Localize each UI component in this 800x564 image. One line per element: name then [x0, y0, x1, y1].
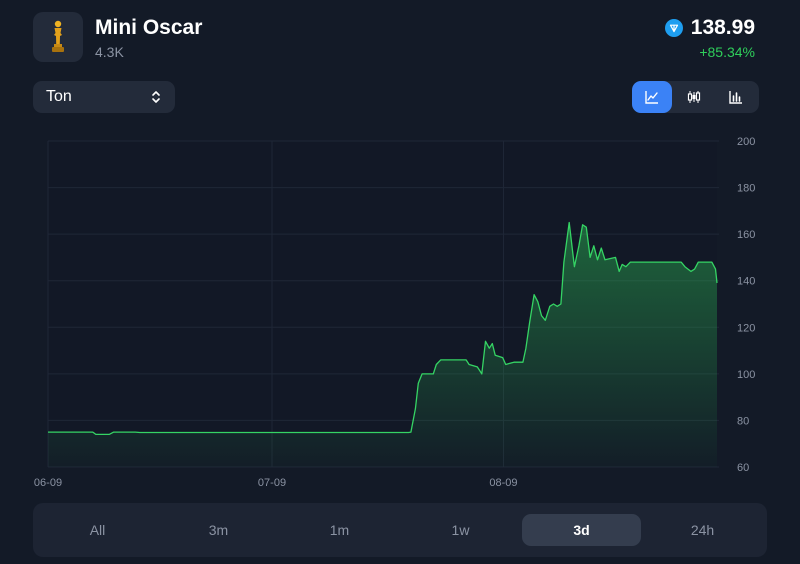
candlestick-icon — [687, 91, 701, 103]
range-button-1w[interactable]: 1w — [401, 514, 520, 546]
bar-chart-icon — [729, 91, 742, 104]
currency-select-value: Ton — [46, 88, 72, 105]
price-change: +85.34% — [699, 44, 755, 60]
range-button-3d[interactable]: 3d — [522, 514, 641, 546]
range-button-1m[interactable]: 1m — [280, 514, 399, 546]
bar-view-button[interactable] — [716, 81, 756, 113]
chevron-up-down-icon — [152, 91, 160, 103]
line-view-button[interactable] — [632, 81, 672, 113]
y-tick-label: 180 — [737, 183, 755, 195]
range-button-3m[interactable]: 3m — [159, 514, 278, 546]
price-chart-svg: 60 80 100 120 140 160 180 200 06-09 07-09 08-09 — [34, 136, 755, 489]
price-value: 138.99 — [690, 16, 755, 39]
range-button-24h[interactable]: 24h — [643, 514, 762, 546]
item-count: 4.3K — [95, 44, 124, 60]
currency-select[interactable]: Ton — [33, 81, 175, 113]
price-display: 138.99 — [664, 16, 755, 40]
x-tick-label: 07-09 — [258, 477, 286, 489]
y-tick-label: 160 — [737, 229, 755, 241]
header: Mini Oscar 4.3K 138.99 +85.34% — [0, 0, 800, 70]
time-range-selector: All 3m 1m 1w 3d 24h — [33, 503, 767, 557]
line-chart-icon — [645, 91, 658, 104]
y-tick-label: 200 — [737, 136, 755, 148]
y-tick-label: 100 — [737, 369, 755, 381]
collection-logo — [33, 12, 83, 62]
ton-icon — [664, 19, 683, 37]
y-tick-label: 140 — [737, 276, 755, 288]
x-tick-label: 08-09 — [489, 477, 517, 489]
candlestick-view-button[interactable] — [674, 81, 714, 113]
x-tick-label: 06-09 — [34, 477, 62, 489]
y-tick-label: 120 — [737, 322, 755, 334]
collection-title: Mini Oscar — [95, 16, 203, 39]
chart-view-toggle — [632, 81, 759, 113]
y-tick-label: 60 — [737, 462, 749, 474]
y-tick-label: 80 — [737, 415, 749, 427]
range-button-all[interactable]: All — [38, 514, 157, 546]
price-chart: 60 80 100 120 140 160 180 200 06-09 07-09 08-09 — [0, 125, 800, 495]
oscar-statuette-icon — [52, 20, 64, 52]
